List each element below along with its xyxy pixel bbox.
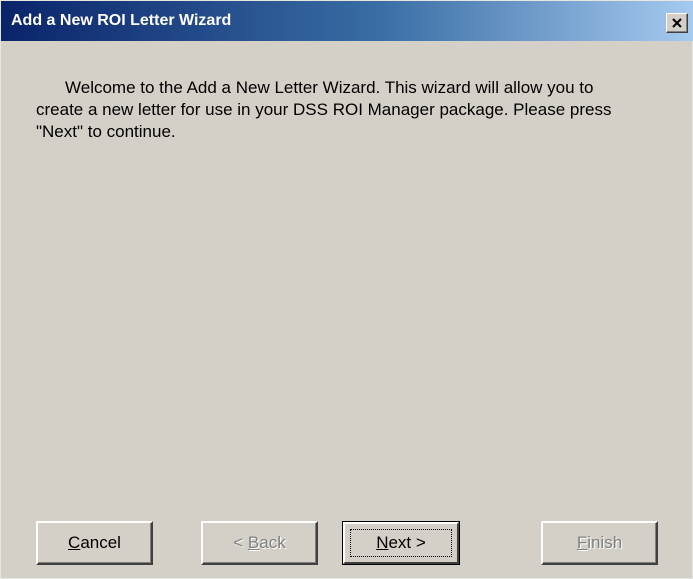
cancel-button-label: Cancel <box>68 533 121 552</box>
back-button-label: < Back <box>233 533 286 552</box>
finish-button[interactable]: Finish <box>541 521 658 565</box>
window-title: Add a New ROI Letter Wizard <box>11 12 232 29</box>
intro-text: Welcome to the Add a New Letter Wizard. … <box>36 78 612 141</box>
cancel-button[interactable]: Cancel <box>36 521 153 565</box>
wizard-window: Add a New ROI Letter Wizard Welcome to t… <box>0 0 693 579</box>
close-icon <box>672 18 682 28</box>
back-button[interactable]: < Back <box>201 521 318 565</box>
next-button-label: Next > <box>376 533 426 552</box>
close-button[interactable] <box>666 13 688 33</box>
finish-button-label: Finish <box>576 533 623 552</box>
next-button[interactable]: Next > <box>342 521 460 565</box>
title-bar[interactable]: Add a New ROI Letter Wizard <box>1 1 693 41</box>
